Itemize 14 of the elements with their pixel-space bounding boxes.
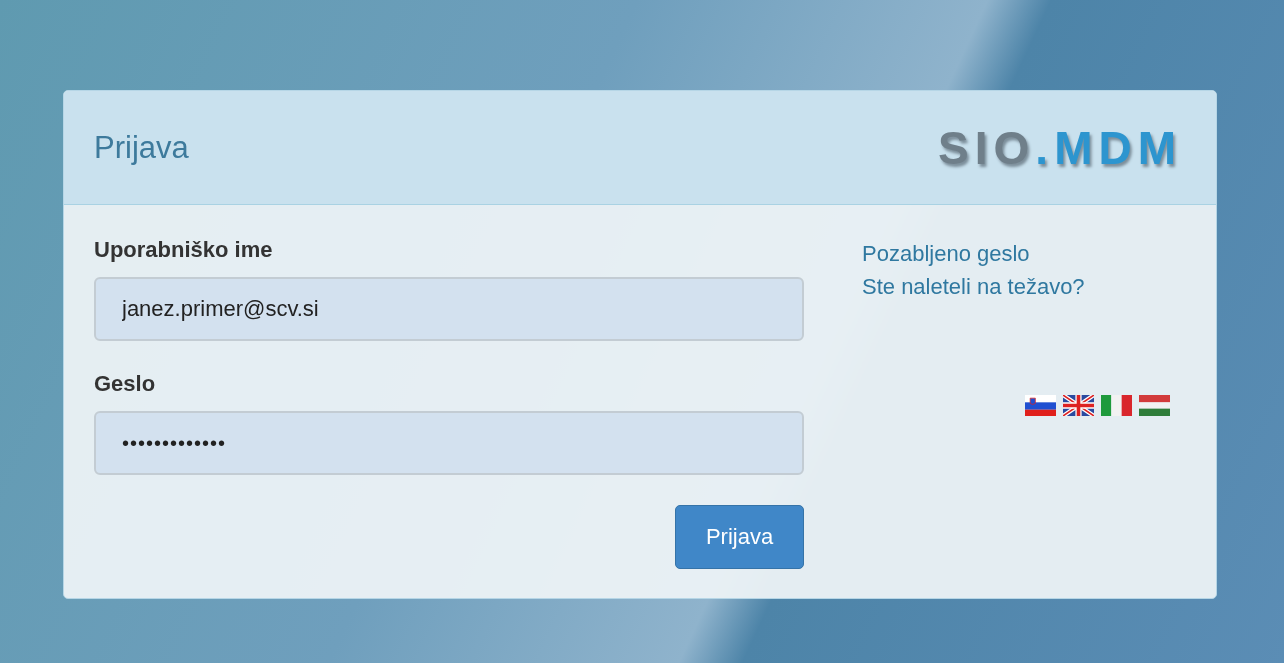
field-label: Uporabniško ime [94,237,274,263]
flag-icon[interactable] [1139,395,1170,416]
username-field[interactable]: janez.primer@scv.si [94,277,804,341]
flag-icon[interactable] [1101,395,1132,416]
password-field[interactable]: ••••••••••••• [94,411,804,475]
field-label: Geslo [94,371,157,397]
help-link[interactable]: Pozabljeno geslo [862,237,1170,270]
panel-title: Prijava [94,129,189,166]
flag-icon[interactable] [1025,395,1056,416]
login-button[interactable]: Prijava [675,505,804,569]
flag-icon[interactable] [1063,395,1094,416]
logo-text: .MDM [1035,120,1182,175]
logo-text: SIO [938,120,1036,175]
help-link[interactable]: Ste naleteli na težavo? [862,270,1170,303]
